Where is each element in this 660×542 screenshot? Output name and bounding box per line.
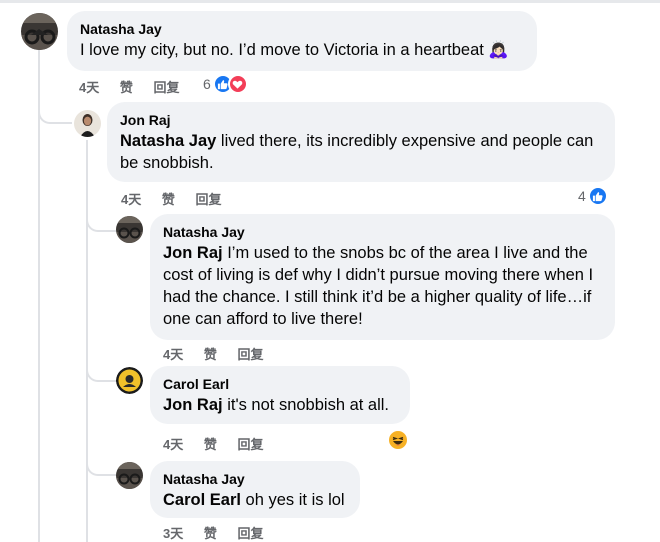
thread-line xyxy=(38,50,40,542)
reply-button[interactable]: 回复 xyxy=(238,437,264,452)
comment-text: I love my city, but no. I’d move to Vict… xyxy=(80,41,509,59)
comment-text: Natasha Jay lived there, its incredibly … xyxy=(120,130,602,174)
comment-text: Carol Earl oh yes it is lol xyxy=(163,489,347,511)
like-button[interactable]: 赞 xyxy=(204,347,217,362)
avatar[interactable] xyxy=(116,462,143,489)
mention-link[interactable]: Jon Raj xyxy=(163,244,223,262)
comment-actions: 4天 赞 回复 xyxy=(121,189,239,208)
like-button[interactable]: 赞 xyxy=(162,192,175,207)
comment-actions: 4天 赞 回复 xyxy=(79,77,197,96)
haha-icon xyxy=(387,429,409,451)
reaction-summary[interactable] xyxy=(387,429,409,451)
like-button[interactable]: 赞 xyxy=(204,437,217,452)
thread-connector xyxy=(86,458,116,476)
comment-bubble: Carol Earl Jon Raj it's not snobbish at … xyxy=(150,366,410,424)
comment-body: I’m used to the snobs bc of the area I l… xyxy=(163,244,594,328)
comment-actions: 4天 赞 回复 xyxy=(163,434,281,453)
thread-connector xyxy=(38,104,72,124)
timestamp[interactable]: 4天 xyxy=(163,347,183,362)
thread-line xyxy=(86,140,88,542)
timestamp[interactable]: 4天 xyxy=(163,437,183,452)
comment-text: Jon Raj I’m used to the snobs bc of the … xyxy=(163,242,602,330)
reply-button[interactable]: 回复 xyxy=(238,526,264,541)
avatar[interactable] xyxy=(21,13,58,50)
thread-connector xyxy=(86,214,116,232)
timestamp[interactable]: 4天 xyxy=(79,80,99,95)
like-button[interactable]: 赞 xyxy=(120,80,133,95)
reaction-count: 6 xyxy=(203,76,211,92)
comment-bubble: Natasha Jay Jon Raj I’m used to the snob… xyxy=(150,214,615,340)
thread-connector xyxy=(86,364,116,382)
reaction-summary[interactable]: 6 xyxy=(203,74,248,94)
avatar[interactable] xyxy=(74,110,101,137)
like-icon xyxy=(587,186,608,206)
avatar[interactable] xyxy=(116,367,143,394)
comment-author[interactable]: Natasha Jay xyxy=(80,20,524,38)
comment-actions: 3天 赞 回复 xyxy=(163,523,281,542)
avatar[interactable] xyxy=(116,216,143,243)
comment-body: oh yes it is lol xyxy=(240,491,345,509)
reaction-count: 4 xyxy=(578,188,586,204)
comment-bubble: Jon Raj Natasha Jay lived there, its inc… xyxy=(107,102,615,182)
mention-link[interactable]: Carol Earl xyxy=(163,491,241,509)
comment-author[interactable]: Natasha Jay xyxy=(163,223,602,241)
comment-bubble: Natasha Jay I love my city, but no. I’d … xyxy=(67,11,537,71)
comment-actions: 4天 赞 回复 xyxy=(163,344,281,363)
reply-button[interactable]: 回复 xyxy=(154,80,180,95)
love-icon xyxy=(227,74,248,94)
top-divider xyxy=(0,0,660,3)
comment-author[interactable]: Jon Raj xyxy=(120,111,602,129)
timestamp[interactable]: 3天 xyxy=(163,526,183,541)
comment-author[interactable]: Carol Earl xyxy=(163,375,397,393)
mention-link[interactable]: Natasha Jay xyxy=(120,132,216,150)
comment-body: it's not snobbish at all. xyxy=(222,396,390,414)
reply-button[interactable]: 回复 xyxy=(196,192,222,207)
timestamp[interactable]: 4天 xyxy=(121,192,141,207)
like-button[interactable]: 赞 xyxy=(204,526,217,541)
reply-button[interactable]: 回复 xyxy=(238,347,264,362)
comment-text: Jon Raj it's not snobbish at all. xyxy=(163,394,397,416)
comment-bubble: Natasha Jay Carol Earl oh yes it is lol xyxy=(150,461,360,518)
reaction-summary[interactable]: 4 xyxy=(578,186,608,206)
mention-link[interactable]: Jon Raj xyxy=(163,396,223,414)
comment-author[interactable]: Natasha Jay xyxy=(163,470,347,488)
